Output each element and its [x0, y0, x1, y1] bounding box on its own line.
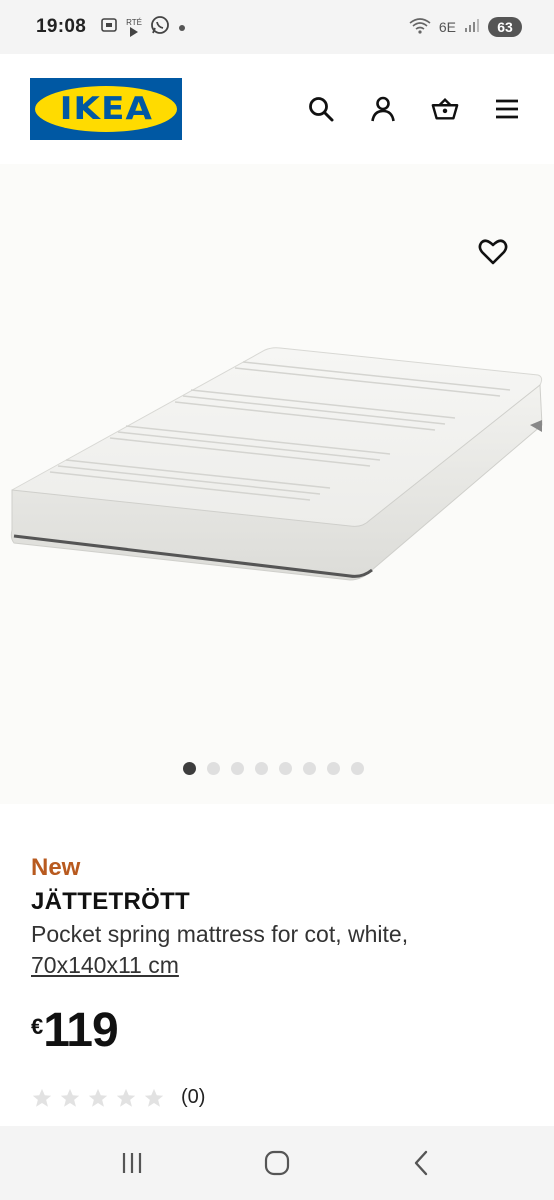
wifi-icon: [409, 17, 431, 38]
price-value: 119: [43, 1004, 118, 1057]
gallery-dots: [0, 762, 554, 775]
back-icon[interactable]: [402, 1143, 442, 1183]
user-icon[interactable]: [368, 94, 398, 124]
product-description: Pocket spring mattress for cot, white,: [31, 921, 409, 947]
gallery-dot[interactable]: [182, 762, 196, 775]
search-icon[interactable]: [306, 94, 336, 124]
star-icon: [32, 1088, 52, 1107]
basket-icon[interactable]: [430, 94, 460, 124]
android-nav-bar: [0, 1126, 554, 1200]
product-size-link[interactable]: 70x140x11 cm: [31, 950, 179, 980]
price: € 119: [31, 1006, 531, 1056]
screenshot-icon: [100, 16, 118, 38]
gallery-dot[interactable]: [350, 762, 364, 775]
gallery-dot[interactable]: [206, 762, 220, 775]
price-currency: €: [31, 1014, 44, 1039]
star-icon: [60, 1088, 80, 1107]
status-time: 19:08: [36, 16, 87, 37]
gallery-dot[interactable]: [302, 762, 316, 775]
star-icon: [144, 1088, 164, 1107]
star-icon: [88, 1088, 108, 1107]
rating-count: (0): [181, 1086, 206, 1108]
gallery-dot[interactable]: [254, 762, 268, 775]
dot-icon: [178, 19, 186, 36]
mattress-image: [10, 347, 543, 581]
new-badge: New: [31, 854, 81, 881]
header-actions: [306, 94, 522, 124]
star-rating: [31, 1087, 165, 1109]
rte-play-icon: RTÉ: [126, 18, 142, 37]
signal-icon: [464, 17, 480, 38]
home-icon[interactable]: [257, 1143, 297, 1183]
logo-oval: IKEA: [35, 86, 177, 132]
product-rating[interactable]: (0): [31, 1086, 205, 1109]
menu-icon[interactable]: [492, 94, 522, 124]
gallery-dot[interactable]: [326, 762, 340, 775]
heart-icon[interactable]: [478, 236, 508, 266]
whatsapp-icon: [150, 15, 170, 39]
recents-icon[interactable]: [112, 1143, 152, 1183]
gallery-dot[interactable]: [230, 762, 244, 775]
battery-indicator: 63: [488, 17, 522, 37]
site-header: IKEA: [0, 54, 554, 164]
system-icons: 6E 63: [409, 17, 522, 38]
rte-label: RTÉ: [126, 17, 142, 27]
product-name: JÄTTETRÖTT: [31, 888, 190, 915]
notification-icons: RTÉ: [100, 15, 186, 39]
ikea-logo[interactable]: IKEA: [30, 78, 182, 140]
network-type: 6E: [438, 19, 456, 35]
product-info: New JÄTTETRÖTT Pocket spring mattress fo…: [31, 852, 531, 1056]
logo-text: IKEA: [59, 91, 153, 127]
gallery-dot[interactable]: [278, 762, 292, 775]
star-icon: [116, 1088, 136, 1107]
status-bar: 19:08 RTÉ 6E 63: [0, 0, 554, 54]
